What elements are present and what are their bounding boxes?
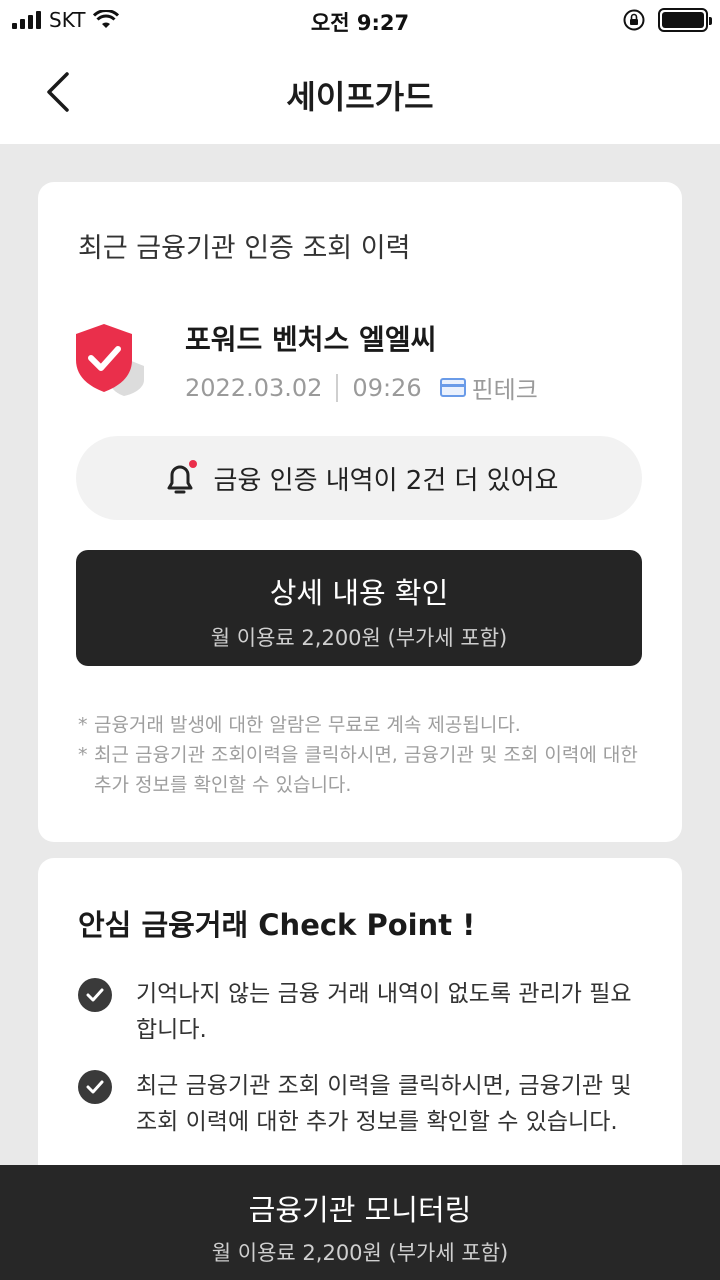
check-circle-icon bbox=[78, 978, 112, 1012]
detail-view-button-price: 월 이용료 2,200원 (부가세 포함) bbox=[210, 626, 508, 650]
meta-divider bbox=[336, 373, 339, 402]
more-auth-notice[interactable]: 금융 인증 내역이 2건 더 있어요 bbox=[76, 436, 642, 520]
detail-view-button[interactable]: 상세 내용 확인 월 이용료 2,200원 (부가세 포함) bbox=[76, 550, 642, 666]
monitoring-button-label: 금융기관 모니터링 bbox=[248, 1193, 472, 1227]
rotation-lock-icon bbox=[623, 9, 645, 31]
check-circle-icon bbox=[78, 1070, 112, 1104]
check-point-text: 기억나지 않는 금융 거래 내역이 없도록 관리가 필요합니다. bbox=[136, 981, 632, 1043]
credit-card-icon bbox=[439, 378, 466, 397]
auth-date: 2022.03.02 bbox=[185, 373, 323, 402]
recent-auth-section-title: 최근 금융기관 인증 조회 이력 bbox=[78, 233, 411, 264]
check-point-item: 기억나지 않는 금융 거래 내역이 없도록 관리가 필요합니다. bbox=[78, 976, 638, 1048]
detail-view-button-label: 상세 내용 확인 bbox=[269, 576, 449, 610]
auth-category: 핀테크 bbox=[471, 376, 538, 404]
monitoring-button-price: 월 이용료 2,200원 (부가세 포함) bbox=[211, 1241, 509, 1265]
battery-icon bbox=[658, 8, 712, 32]
status-time: 오전 9:27 bbox=[310, 11, 410, 35]
status-right bbox=[622, 8, 712, 32]
note-text: 금융거래 발생에 대한 알람은 무료로 계속 제공됩니다. bbox=[94, 714, 521, 736]
note-text: 최근 금융기관 조회이력을 클릭하시면, 금융기관 및 조회 이력에 대한 추가… bbox=[94, 744, 638, 796]
notice-text: 금융 인증 내역이 2건 더 있어요 bbox=[213, 465, 559, 496]
app-header: 세이프가드 bbox=[0, 40, 720, 144]
page-title: 세이프가드 bbox=[286, 78, 434, 116]
note-item: * 최근 금융기관 조회이력을 클릭하시면, 금융기관 및 조회 이력에 대한 … bbox=[78, 740, 638, 800]
check-point-text: 최근 금융기관 조회 이력을 클릭하시면, 금융기관 및 조회 이력에 대한 추… bbox=[136, 1073, 632, 1135]
note-item: * 금융거래 발생에 대한 알람은 무료로 계속 제공됩니다. bbox=[78, 710, 638, 740]
org-name[interactable]: 포워드 벤처스 엘엘씨 bbox=[185, 318, 436, 358]
bell-icon bbox=[167, 460, 197, 494]
notes-list: * 금융거래 발생에 대한 알람은 무료로 계속 제공됩니다. * 최근 금융기… bbox=[78, 710, 638, 800]
check-point-card: 안심 금융거래 Check Point ! 기억나지 않는 금융 거래 내역이 … bbox=[38, 858, 682, 1188]
recent-auth-card: 최근 금융기관 인증 조회 이력 포워드 벤처스 엘엘씨 2022.03.02 … bbox=[38, 182, 682, 842]
auth-meta-row: 2022.03.02 09:26 핀테크 bbox=[185, 370, 538, 405]
safeguard-shield-icon bbox=[76, 324, 144, 396]
monitoring-subscribe-button[interactable]: 금융기관 모니터링 월 이용료 2,200원 (부가세 포함) bbox=[0, 1165, 720, 1280]
auth-time: 09:26 bbox=[352, 373, 422, 402]
check-point-title: 안심 금융거래 Check Point ! bbox=[78, 908, 476, 942]
check-point-item: 최근 금융기관 조회 이력을 클릭하시면, 금융기관 및 조회 이력에 대한 추… bbox=[78, 1068, 638, 1140]
status-bar: SKT 오전 9:27 bbox=[0, 0, 720, 40]
